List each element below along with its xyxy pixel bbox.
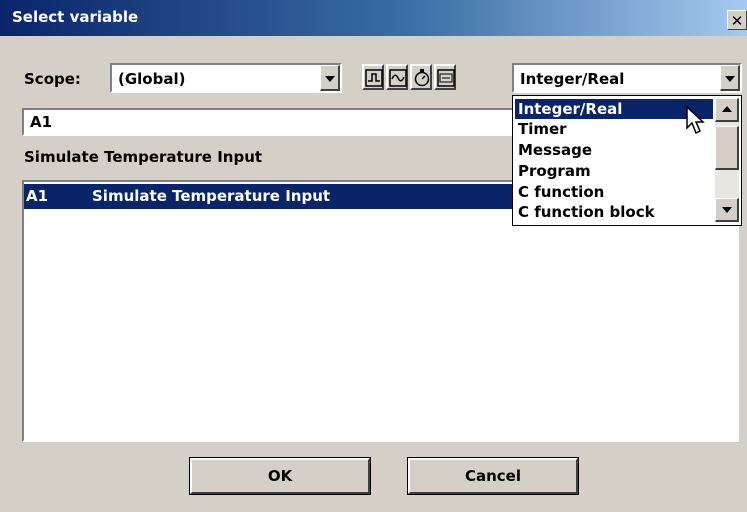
title-bar[interactable]: Select variable [0,0,747,36]
timer-clock-icon [414,69,430,87]
digital-signal-icon [365,69,383,87]
analog-wave-button[interactable] [386,64,408,90]
type-option-timer[interactable]: Timer [515,119,713,139]
analog-wave-icon [389,69,407,87]
type-option-message[interactable]: Message [515,140,713,160]
type-option-c-function[interactable]: C function [515,182,713,202]
scroll-down-button[interactable] [715,198,739,222]
type-option-c-function-block[interactable]: C function block [515,202,713,222]
type-value: Integer/Real [520,70,625,88]
timer-button[interactable] [410,64,432,90]
digital-signal-button[interactable] [362,64,384,90]
dropdown-scrollbar[interactable] [715,98,739,222]
window-title: Select variable [12,8,139,26]
type-select[interactable]: Integer/Real [512,63,742,93]
search-input[interactable]: A1 [22,108,522,136]
scope-label: Scope: [24,70,81,88]
cancel-button[interactable]: Cancel [407,457,579,495]
mouse-pointer-icon [686,106,705,135]
select-variable-dialog: Select variable ✕ Scope: (Global) Intege… [0,0,747,512]
scroll-thumb[interactable] [715,126,739,170]
ok-button[interactable]: OK [189,457,371,495]
variable-row-description: Simulate Temperature Input [92,187,331,205]
variable-description: Simulate Temperature Input [24,148,263,166]
search-value: A1 [30,113,53,131]
scroll-up-button[interactable] [715,98,739,122]
message-button[interactable] [434,64,456,90]
variable-name: A1 [26,187,49,205]
type-option-program[interactable]: Program [515,161,713,181]
message-icon [437,69,455,87]
type-option-integer-real[interactable]: Integer/Real [515,99,713,119]
type-dropdown-button[interactable] [720,65,740,91]
close-button[interactable]: ✕ [727,10,747,30]
scope-value: (Global) [118,70,186,88]
scope-select[interactable]: (Global) [110,63,342,93]
scope-dropdown-button[interactable] [320,65,340,91]
